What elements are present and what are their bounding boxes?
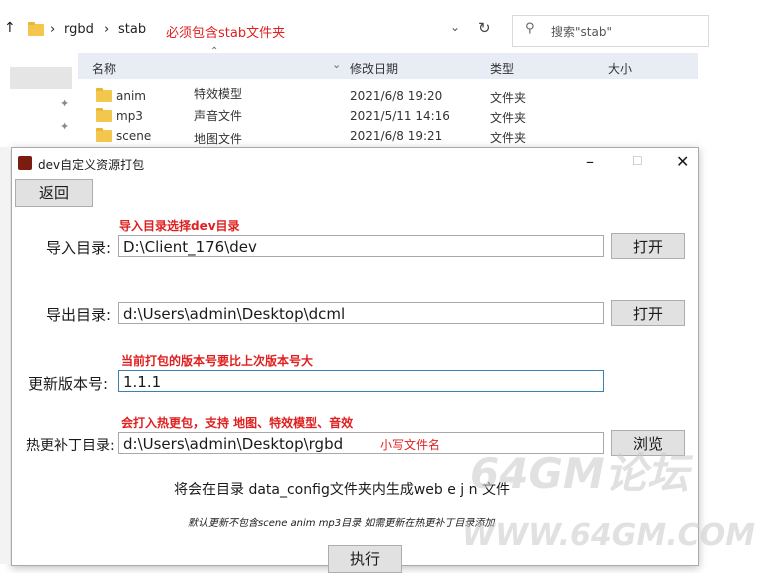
dialog-title: dev自定义资源打包 — [38, 158, 145, 172]
sidebar-selected-item[interactable] — [10, 67, 72, 89]
back-button[interactable]: 返回 — [15, 179, 93, 207]
column-name[interactable]: 名称 — [92, 60, 116, 77]
import-path-input[interactable]: D:\Client_176\dev — [118, 235, 604, 257]
file-date: 2021/6/8 19:21 — [350, 129, 443, 143]
app-icon — [18, 156, 32, 170]
version-input[interactable]: 1.1.1 — [118, 370, 604, 392]
open-export-button[interactable]: 打开 — [611, 300, 685, 326]
info-text: 将会在目录 data_config文件夹内生成web e j n 文件 — [174, 482, 510, 498]
dialog-titlebar[interactable]: dev自定义资源打包 – ☐ ✕ — [12, 148, 698, 178]
path-note: 必须包含stab文件夹 — [166, 26, 286, 41]
chevron-right-icon: › — [50, 22, 56, 37]
folder-icon — [96, 128, 112, 142]
export-path-input[interactable]: d:\Users\admin\Desktop\dcml — [118, 302, 604, 324]
patch-path-value: d:\Users\admin\Desktop\rgbd — [123, 435, 344, 453]
minimize-icon[interactable]: – — [586, 152, 594, 171]
folder-icon — [28, 22, 44, 36]
close-icon[interactable]: ✕ — [676, 152, 689, 171]
column-date[interactable]: 修改日期 — [350, 60, 398, 77]
file-name[interactable]: anim — [116, 89, 146, 103]
import-label: 导入目录: — [46, 239, 112, 257]
patch-label: 热更补丁目录: — [26, 438, 115, 454]
file-type: 文件夹 — [490, 91, 527, 105]
export-label: 导出目录: — [46, 306, 112, 324]
chevron-down-icon[interactable]: ⌄ — [450, 20, 460, 34]
file-type: 文件夹 — [490, 111, 527, 125]
refresh-icon[interactable]: ↻ — [478, 19, 491, 37]
version-label: 更新版本号: — [28, 375, 109, 393]
file-note: 地图文件 — [194, 132, 243, 146]
patch-hint: 小写文件名 — [380, 438, 441, 452]
version-note: 当前打包的版本号要比上次版本号大 — [121, 354, 314, 368]
patch-note: 会打入热更包，支持 地图、特效模型、音效 — [121, 416, 354, 430]
explorer-side-strip — [0, 147, 10, 564]
search-placeholder: 搜索"stab" — [551, 25, 612, 39]
chevron-right-icon: › — [104, 22, 110, 37]
sort-up-icon: ⌃ — [210, 46, 219, 57]
file-date: 2021/6/8 19:20 — [350, 89, 443, 103]
search-icon: ⚲ — [525, 21, 535, 36]
chevron-down-icon[interactable]: ⌄ — [332, 58, 341, 71]
file-name[interactable]: scene — [116, 129, 151, 143]
pack-dialog: dev自定义资源打包 – ☐ ✕ 返回 导入目录选择dev目录 导入目录: D:… — [11, 147, 699, 573]
column-type[interactable]: 类型 — [490, 60, 514, 77]
file-note: 特效模型 — [194, 87, 243, 101]
info-subtext: 默认更新不包含scene anim mp3目录 如需更新在热更补丁目录添加 — [188, 518, 495, 529]
explorer-address-bar: ↑ › rgbd › stab 必须包含stab文件夹 ⌄ ↻ ⚲ 搜索"sta… — [0, 0, 775, 56]
file-name[interactable]: mp3 — [116, 109, 143, 123]
breadcrumb-rgbd[interactable]: rgbd — [64, 22, 94, 37]
pin-icon[interactable]: ✦ — [60, 120, 69, 133]
watermark-logo: 64GM论坛 — [470, 449, 689, 498]
search-box[interactable]: ⚲ 搜索"stab" — [512, 15, 709, 47]
folder-icon — [96, 108, 112, 122]
open-import-button[interactable]: 打开 — [611, 233, 685, 259]
file-note: 声音文件 — [194, 109, 243, 123]
watermark-url: WWW.64GM.COM — [462, 518, 756, 553]
breadcrumb-stab[interactable]: stab — [118, 22, 146, 37]
import-note: 导入目录选择dev目录 — [119, 219, 240, 233]
up-arrow-icon[interactable]: ↑ — [4, 20, 16, 36]
maximize-icon[interactable]: ☐ — [632, 154, 643, 168]
folder-icon — [96, 88, 112, 102]
column-size[interactable]: 大小 — [608, 60, 632, 77]
file-date: 2021/5/11 14:16 — [350, 109, 450, 123]
file-type: 文件夹 — [490, 131, 527, 145]
pin-icon[interactable]: ✦ — [60, 97, 69, 110]
execute-button[interactable]: 执行 — [328, 545, 402, 573]
